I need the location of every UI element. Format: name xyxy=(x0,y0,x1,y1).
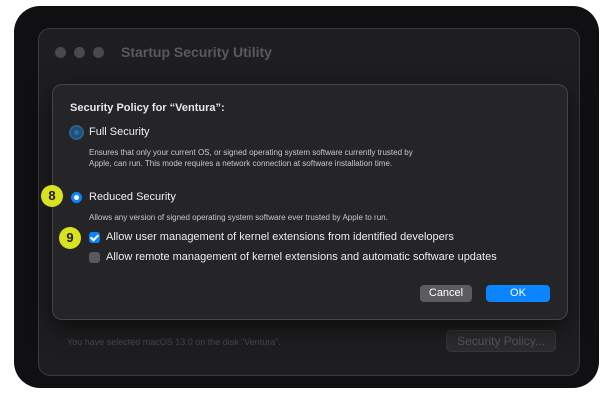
remote-kext-management-checkbox[interactable] xyxy=(89,252,100,263)
remote-kext-management-label[interactable]: Allow remote management of kernel extens… xyxy=(106,251,497,263)
security-policy-button[interactable]: Security Policy... xyxy=(446,330,556,352)
full-security-radio[interactable] xyxy=(71,127,82,138)
user-kext-management-checkbox[interactable] xyxy=(89,232,100,243)
step-8-marker: 8 xyxy=(41,185,63,207)
window-title: Startup Security Utility xyxy=(121,44,272,60)
full-security-label[interactable]: Full Security xyxy=(89,126,150,138)
selected-disk-text: You have selected macOS 13.0 on the disk… xyxy=(67,337,281,347)
reduced-security-label[interactable]: Reduced Security xyxy=(89,191,176,203)
user-kext-management-label[interactable]: Allow user management of kernel extensio… xyxy=(106,231,454,243)
title-bar: Startup Security Utility xyxy=(39,29,579,75)
zoom-window-button[interactable] xyxy=(93,47,104,58)
ok-button[interactable]: OK xyxy=(486,285,550,302)
security-policy-sheet: Security Policy for “Ventura”: Full Secu… xyxy=(52,84,568,320)
full-security-description-line2: Apple, can run. This mode requires a net… xyxy=(89,159,393,168)
sheet-title: Security Policy for “Ventura”: xyxy=(70,102,225,114)
close-window-button[interactable] xyxy=(55,47,66,58)
reduced-security-description: Allows any version of signed operating s… xyxy=(89,213,388,222)
reduced-security-radio[interactable] xyxy=(71,192,82,203)
step-9-marker: 9 xyxy=(59,227,81,249)
cancel-button[interactable]: Cancel xyxy=(420,285,472,302)
full-security-description-line1: Ensures that only your current OS, or si… xyxy=(89,148,413,157)
minimize-window-button[interactable] xyxy=(74,47,85,58)
